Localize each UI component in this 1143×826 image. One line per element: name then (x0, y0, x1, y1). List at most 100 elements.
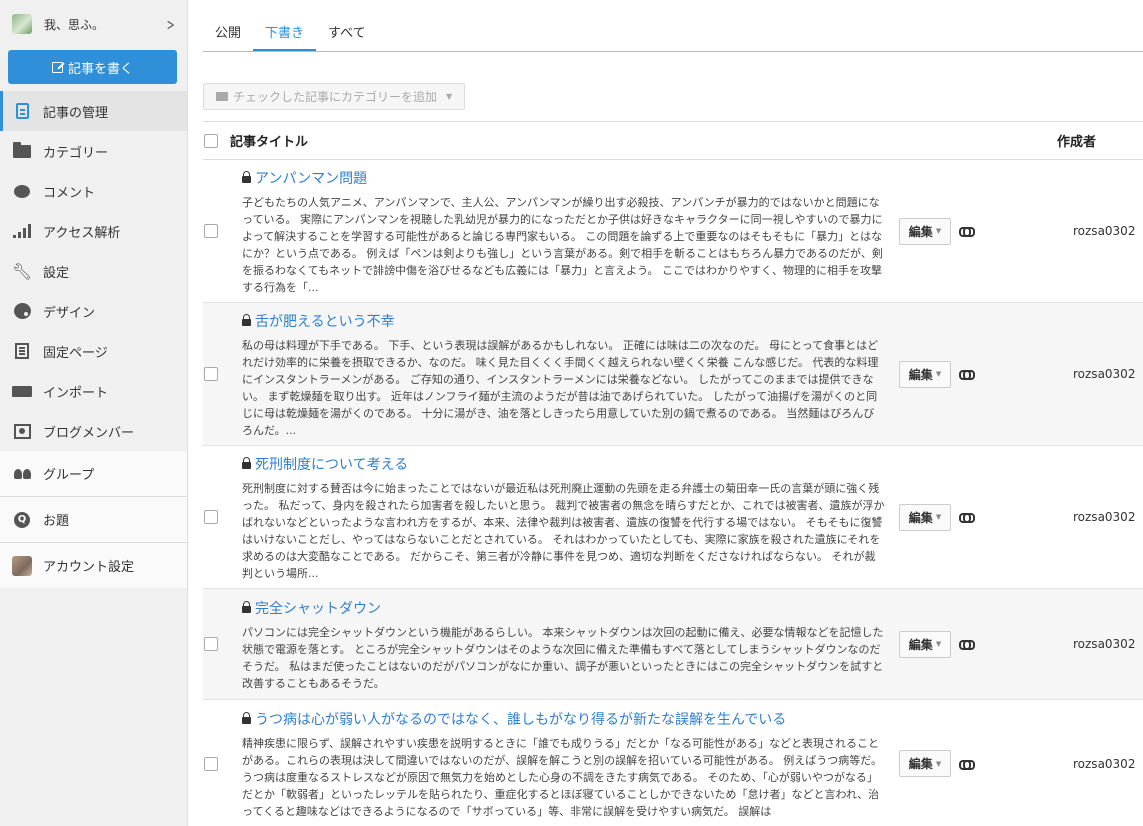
sidebar-item-analytics[interactable]: アクセス解析 (0, 211, 187, 251)
comment-icon (12, 182, 32, 200)
sidebar-item-category[interactable]: カテゴリー (0, 131, 187, 171)
edit-label: 編集 (908, 757, 933, 771)
account-avatar (12, 555, 32, 576)
article-entry: 死刑制度について考える 死刑制度に対する賛否は今に始まったことではないが最近私は… (228, 441, 885, 593)
link-icon[interactable] (959, 640, 975, 650)
row-actions: 編集 ▼ (885, 360, 1073, 388)
sidebar-item-static-pages[interactable]: 固定ページ (0, 331, 187, 371)
row-actions: 編集 ▼ (885, 503, 1073, 531)
article-row: アンパンマン問題 子どもたちの人気アニメ、アンパンマンで、主人公、アンパンマンが… (203, 160, 1143, 303)
link-icon[interactable] (959, 759, 975, 770)
article-entry: 舌が肥えるという不幸 私の母は料理が下手である。 下手、という表現は誤解があるか… (228, 298, 885, 450)
row-checkbox[interactable] (204, 224, 218, 238)
sidebar-item-label: グループ (43, 468, 95, 483)
blog-switcher[interactable]: 我、思ふ。 > (0, 0, 187, 48)
column-author: 作成者 (1057, 135, 1097, 150)
caret-down-icon: ▼ (446, 92, 453, 101)
sidebar-item-blog-members[interactable]: ブログメンバー (0, 411, 187, 451)
group-icon (12, 465, 32, 483)
edit-button[interactable]: 編集 ▼ (899, 503, 951, 531)
document-icon (12, 102, 32, 120)
row-checkbox[interactable] (204, 510, 218, 524)
chevron-right-icon: > (166, 14, 175, 34)
article-author: rozsa0302 (1073, 224, 1136, 238)
sidebar-item-account-settings[interactable]: アカウント設定 (0, 543, 187, 588)
edit-icon (51, 61, 63, 73)
sidebar-item-comments[interactable]: コメント (0, 171, 187, 211)
write-article-label: 記事を書く (67, 61, 133, 77)
write-article-button[interactable]: 記事を書く (8, 50, 177, 84)
add-category-label: チェックした記事にカテゴリーを追加 (233, 90, 438, 104)
truck-icon (12, 382, 32, 400)
row-actions: 編集 ▼ (885, 630, 1073, 658)
article-row: 舌が肥えるという不幸 私の母は料理が下手である。 下手、という表現は誤解があるか… (203, 303, 1143, 446)
article-row: うつ病は心が弱い人がなるのではなく、誰しもがなり得るが新たな誤解を生んでいる 精… (203, 700, 1143, 826)
article-row: 完全シャットダウン パソコンには完全シャットダウンという機能があるらしい。 本来… (203, 589, 1143, 700)
sidebar-item-label: カテゴリー (43, 145, 109, 161)
sidebar-item-label: ブログメンバー (43, 425, 135, 441)
article-row: 死刑制度について考える 死刑制度に対する賛否は今に始まったことではないが最近私は… (203, 446, 1143, 589)
row-actions: 編集 ▼ (885, 217, 1073, 245)
edit-label: 編集 (908, 637, 933, 652)
article-title-link[interactable]: うつ病は心が弱い人がなるのではなく、誰しもがなり得るが新たな誤解を生んでいる (242, 709, 885, 729)
article-list: 記事タイトル 作成者 アンパンマン問題 子どもたちの人気アニメ、アンパンマンで、… (203, 121, 1143, 826)
bar-chart-icon (12, 222, 32, 240)
edit-button[interactable]: 編集 ▼ (899, 217, 951, 245)
sidebar-item-odai[interactable]: Q お題 (0, 497, 187, 542)
add-category-button[interactable]: チェックした記事にカテゴリーを追加 ▼ (203, 83, 466, 110)
edit-button[interactable]: 編集 ▼ (899, 630, 951, 658)
lock-icon (242, 171, 251, 183)
caret-down-icon: ▼ (935, 227, 942, 235)
link-icon[interactable] (959, 513, 975, 523)
sidebar-item-label: デザイン (43, 305, 96, 321)
article-excerpt: 子どもたちの人気アニメ、アンパンマンで、主人公、アンパンマンが繰り出す必殺技、ア… (242, 196, 883, 294)
blog-name: 我、思ふ。 (44, 17, 105, 32)
member-icon (12, 422, 32, 440)
lock-icon (242, 457, 251, 469)
article-title-link[interactable]: 完全シャットダウン (242, 598, 885, 618)
row-actions: 編集 ▼ (885, 750, 1073, 777)
sidebar-item-articles[interactable]: 記事の管理 (0, 91, 187, 131)
sidebar-item-label: コメント (43, 185, 96, 201)
row-checkbox[interactable] (204, 367, 218, 381)
tab-all[interactable]: すべて (316, 22, 378, 51)
tab-drafts[interactable]: 下書き (253, 22, 317, 51)
q-icon: Q (12, 511, 32, 529)
folder-icon (216, 92, 228, 101)
sidebar-item-label: 固定ページ (43, 345, 108, 361)
link-icon[interactable] (959, 227, 975, 237)
article-excerpt: パソコンには完全シャットダウンという機能があるらしい。 本来シャットダウンは次回… (242, 626, 884, 690)
lock-icon (242, 314, 251, 326)
link-icon[interactable] (959, 370, 975, 380)
caret-down-icon: ▼ (935, 513, 942, 521)
sidebar-item-settings[interactable]: 🔧︎ 設定 (0, 251, 187, 291)
lock-icon (242, 712, 251, 724)
row-checkbox[interactable] (204, 637, 218, 651)
sidebar-item-label: アカウント設定 (43, 560, 135, 575)
sidebar-item-label: アクセス解析 (43, 225, 121, 241)
sidebar-item-label: 記事の管理 (43, 105, 109, 121)
edit-label: 編集 (908, 367, 933, 382)
palette-icon (12, 302, 32, 320)
edit-button[interactable]: 編集 ▼ (899, 360, 951, 388)
sidebar-item-import[interactable]: インポート (0, 371, 187, 411)
article-author: rozsa0302 (1073, 637, 1136, 651)
article-author: rozsa0302 (1073, 756, 1136, 771)
article-excerpt: 死刑制度に対する賛否は今に始まったことではないが最近私は死刑廃止運動の先頭を走る… (242, 482, 885, 580)
sidebar-item-label: 設定 (43, 265, 70, 281)
article-author: rozsa0302 (1073, 367, 1136, 381)
edit-button[interactable]: 編集 ▼ (899, 750, 951, 777)
sidebar-item-group[interactable]: グループ (0, 451, 187, 496)
sidebar-item-design[interactable]: デザイン (0, 291, 187, 331)
sidebar-nav: 記事の管理 カテゴリー コメント アクセス解析 🔧︎ 設定 デザイン 固定ページ (0, 91, 187, 588)
main-content: 公開 下書き すべて チェックした記事にカテゴリーを追加 ▼ 記事タイトル 作成… (203, 0, 1143, 818)
article-title-link[interactable]: アンパンマン問題 (242, 168, 885, 188)
caret-down-icon: ▼ (935, 759, 942, 768)
article-title-link[interactable]: 舌が肥えるという不幸 (242, 311, 885, 331)
blog-avatar (12, 14, 32, 34)
wrench-icon: 🔧︎ (11, 261, 33, 281)
article-title-link[interactable]: 死刑制度について考える (242, 454, 885, 474)
select-all-checkbox[interactable] (204, 133, 218, 148)
row-checkbox[interactable] (204, 756, 218, 771)
tab-published[interactable]: 公開 (203, 22, 253, 51)
